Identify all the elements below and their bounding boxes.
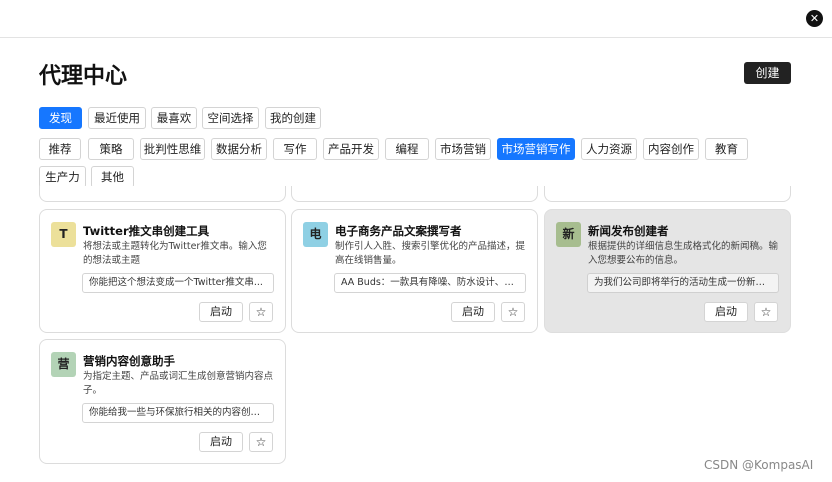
tab-favorites[interactable]: 最喜欢 bbox=[151, 107, 197, 129]
create-button[interactable]: 创建 bbox=[744, 62, 791, 84]
agent-card-title: 新闻发布创建者 bbox=[588, 224, 669, 238]
agent-avatar: 电 bbox=[303, 222, 328, 247]
agent-card-ecommerce-copywriter[interactable]: 电 电子商务产品文案撰写者 制作引人入胜、搜索引擎优化的产品描述，提高在线销售量… bbox=[291, 209, 538, 333]
category-human-resources[interactable]: 人力资源 bbox=[581, 138, 637, 160]
agent-prompt-input[interactable]: 为我们公司即将举行的活动生成一份新闻... bbox=[587, 273, 779, 293]
category-marketing-writing[interactable]: 市场营销写作 bbox=[497, 138, 575, 160]
agent-card-description: 根据提供的详细信息生成格式化的新闻稿。输入您想要公布的信息。 bbox=[588, 241, 779, 266]
star-icon[interactable]: ☆ bbox=[249, 432, 273, 452]
category-other[interactable]: 其他 bbox=[91, 166, 134, 188]
category-education[interactable]: 教育 bbox=[705, 138, 748, 160]
star-icon[interactable]: ☆ bbox=[501, 302, 525, 322]
agent-card-marketing-ideas[interactable]: 营 营销内容创意助手 为指定主题、产品或词汇生成创意营销内容点子。 你能给我一些… bbox=[39, 339, 286, 464]
agent-card-press-release[interactable]: 新 新闻发布创建者 根据提供的详细信息生成格式化的新闻稿。输入您想要公布的信息。… bbox=[544, 209, 791, 333]
tab-space-select[interactable]: 空间选择 bbox=[202, 107, 259, 129]
agent-avatar: 营 bbox=[51, 352, 76, 377]
launch-button[interactable]: 启动 bbox=[704, 302, 748, 322]
agent-card-title: 营销内容创意助手 bbox=[83, 354, 175, 368]
agent-card-twitter-thread[interactable]: T Twitter推文串创建工具 将想法或主题转化为Twitter推文串。输入您… bbox=[39, 209, 286, 333]
agent-prompt-input[interactable]: AA Buds：一款具有降噪、防水设计、高... bbox=[334, 273, 526, 293]
top-bar: ✕ bbox=[0, 0, 832, 38]
close-icon[interactable]: ✕ bbox=[806, 10, 823, 27]
agent-card-description: 为指定主题、产品或词汇生成创意营销内容点子。 bbox=[83, 371, 274, 396]
card-partial bbox=[291, 186, 538, 202]
agent-card-description: 制作引人入胜、搜索引擎优化的产品描述，提高在线销售量。 bbox=[335, 241, 526, 266]
agent-prompt-input[interactable]: 你能把这个想法变成一个Twitter推文串... bbox=[82, 273, 274, 293]
watermark: CSDN @KompasAI bbox=[704, 458, 814, 472]
launch-button[interactable]: 启动 bbox=[199, 432, 243, 452]
category-writing[interactable]: 写作 bbox=[273, 138, 317, 160]
star-icon[interactable]: ☆ bbox=[754, 302, 778, 322]
agent-prompt-input[interactable]: 你能给我一些与环保旅行相关的内容创意... bbox=[82, 403, 274, 423]
agent-card-title: Twitter推文串创建工具 bbox=[83, 224, 210, 238]
star-icon[interactable]: ☆ bbox=[249, 302, 273, 322]
agent-card-description: 将想法或主题转化为Twitter推文串。输入您的想法或主题 bbox=[83, 241, 267, 266]
card-partial bbox=[544, 186, 791, 202]
agent-card-title: 电子商务产品文案撰写者 bbox=[335, 224, 462, 238]
tab-my-creations[interactable]: 我的创建 bbox=[265, 107, 321, 129]
category-recommended[interactable]: 推荐 bbox=[39, 138, 81, 160]
launch-button[interactable]: 启动 bbox=[199, 302, 243, 322]
agent-avatar: T bbox=[51, 222, 76, 247]
category-product-development[interactable]: 产品开发 bbox=[323, 138, 379, 160]
category-marketing[interactable]: 市场营销 bbox=[435, 138, 491, 160]
agent-avatar: 新 bbox=[556, 222, 581, 247]
category-content-creation[interactable]: 内容创作 bbox=[643, 138, 699, 160]
category-strategy[interactable]: 策略 bbox=[88, 138, 134, 160]
card-partial bbox=[39, 186, 286, 202]
category-data-analysis[interactable]: 数据分析 bbox=[211, 138, 267, 160]
tab-discover[interactable]: 发现 bbox=[39, 107, 82, 129]
page-title: 代理中心 bbox=[39, 64, 128, 89]
category-productivity[interactable]: 生产力 bbox=[39, 166, 86, 188]
tab-recent[interactable]: 最近使用 bbox=[88, 107, 146, 129]
category-programming[interactable]: 编程 bbox=[385, 138, 429, 160]
category-critical-thinking[interactable]: 批判性思维 bbox=[140, 138, 205, 160]
launch-button[interactable]: 启动 bbox=[451, 302, 495, 322]
